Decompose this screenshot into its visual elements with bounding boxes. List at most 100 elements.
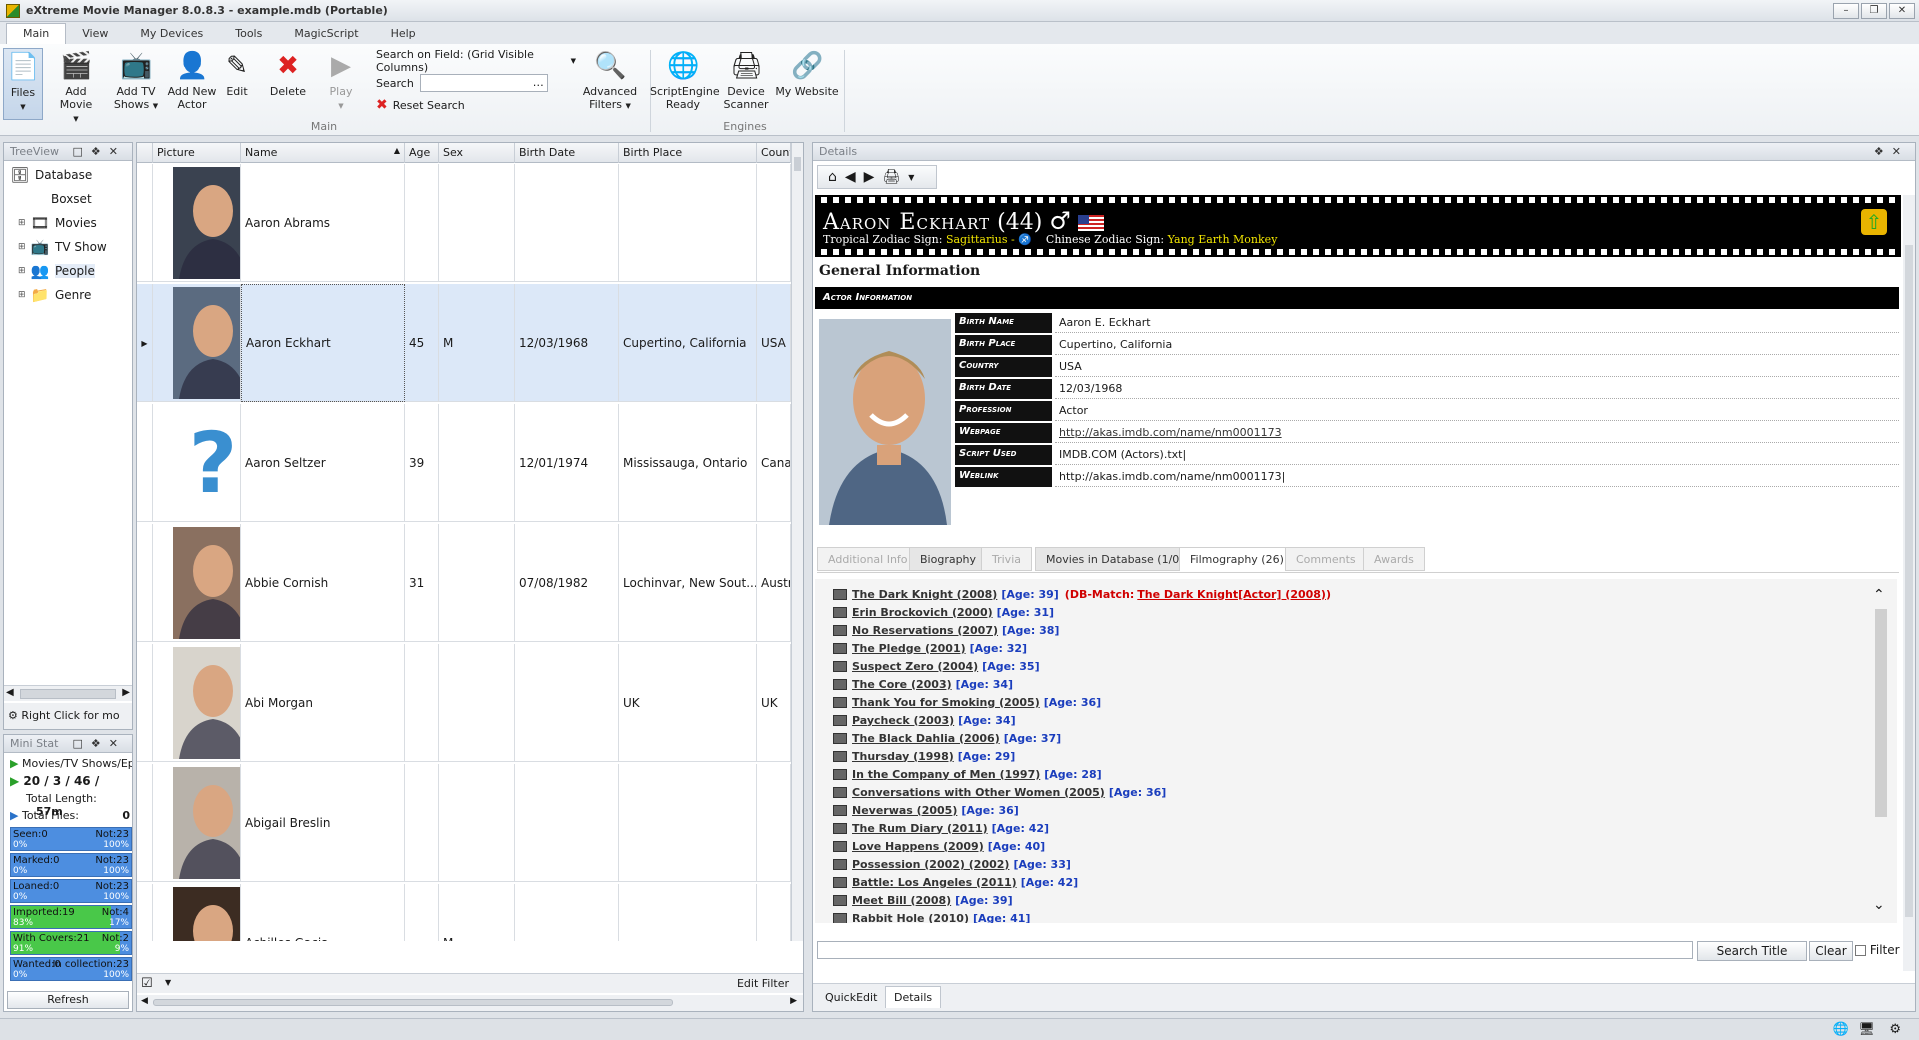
globe-icon[interactable]: 🌐 [1833, 1022, 1849, 1037]
film-title-link[interactable]: The Dark Knight (2008) [852, 588, 997, 601]
film-title-link[interactable]: Battle: Los Angeles (2011) [852, 876, 1017, 889]
birth-date-cell[interactable] [515, 164, 619, 282]
sex-cell[interactable]: M [439, 884, 515, 941]
tree-item-tv-show[interactable]: ⊞ 📺 TV Show [18, 237, 107, 257]
tab-main[interactable]: Main [6, 23, 67, 44]
scroll-right-icon[interactable]: ▶ [790, 996, 797, 1006]
search-title-button[interactable]: Search Title [1697, 941, 1807, 961]
birth-place-cell[interactable] [619, 764, 757, 882]
film-title-link[interactable]: Rabbit Hole (2010) [852, 912, 969, 924]
back-icon[interactable]: ◀ [845, 169, 856, 185]
advanced-filters-button[interactable]: 🔍 Advanced Filters ▼ [580, 48, 640, 120]
scroll-thumb[interactable] [1905, 245, 1913, 917]
film-title-link[interactable]: Paycheck (2003) [852, 714, 954, 727]
film-title-link[interactable]: The Core (2003) [852, 678, 952, 691]
birth-date-cell[interactable] [515, 764, 619, 882]
scroll-thumb[interactable] [153, 999, 673, 1006]
tab-quickedit[interactable]: QuickEdit [817, 988, 885, 1007]
monitor-icon[interactable]: 🖥 [1858, 1022, 1875, 1037]
scroll-left-icon[interactable]: ◀ [6, 687, 14, 698]
tab-help[interactable]: Help [375, 24, 432, 44]
country-cell[interactable] [757, 764, 791, 882]
film-title-link[interactable]: Neverwas (2005) [852, 804, 957, 817]
film-title-link[interactable]: Thank You for Smoking (2005) [852, 696, 1040, 709]
column-birth-date[interactable]: Birth Date [515, 143, 619, 163]
birth-date-cell[interactable]: 07/08/1982 [515, 524, 619, 642]
forward-icon[interactable]: ▶ [864, 169, 875, 185]
expand-icon[interactable]: ⊞ [18, 266, 28, 276]
files-button[interactable]: 📄 Files ▼ [3, 48, 43, 120]
name-cell[interactable]: Achilles Gacis [241, 884, 405, 941]
play-button[interactable]: ▶ Play ▼ [318, 48, 364, 120]
name-cell[interactable]: Abi Morgan [241, 644, 405, 762]
search-input[interactable]: … [419, 74, 548, 92]
table-row[interactable]: ▶ Aaron Eckhart 45 M 12/03/1968 Cupertino, Ca… [137, 284, 791, 402]
birth-date-cell[interactable]: 12/03/1968 [515, 284, 619, 402]
tab-biography[interactable]: Biography [909, 547, 988, 571]
table-row[interactable]: Aaron Abrams [137, 164, 791, 282]
details-vertical-scrollbar[interactable] [1903, 195, 1915, 971]
refresh-button[interactable]: Refresh [7, 991, 129, 1009]
birth-date-cell[interactable]: 12/01/1974 [515, 404, 619, 522]
panel-controls[interactable]: □❖✕ [73, 145, 126, 158]
column-age[interactable]: Age [405, 143, 439, 163]
expand-icon[interactable]: ⊞ [18, 218, 28, 228]
age-cell[interactable] [405, 764, 439, 882]
scroll-thumb[interactable] [1875, 609, 1887, 817]
scroll-thumb[interactable] [794, 157, 801, 171]
info-value[interactable]: http://akas.imdb.com/name/nm0001173 [1055, 423, 1899, 443]
column-sex[interactable]: Sex [439, 143, 515, 163]
name-cell[interactable]: Aaron Eckhart [241, 284, 405, 402]
tab-my-devices[interactable]: My Devices [124, 24, 219, 44]
minimize-button[interactable]: – [1833, 3, 1859, 19]
edit-filter-button[interactable]: Edit Filter [737, 977, 789, 990]
filmography-search-input[interactable] [817, 941, 1693, 959]
tab-view[interactable]: View [66, 24, 124, 44]
tree-horizontal-scrollbar[interactable]: ◀ ▶ [4, 685, 132, 701]
table-row[interactable]: Achilles Gacis M [137, 884, 791, 941]
birth-date-cell[interactable] [515, 884, 619, 941]
delete-button[interactable]: ✖ Delete [265, 48, 311, 120]
table-row[interactable]: Abbie Cornish 31 07/08/1982 Lochinvar, New … [137, 524, 791, 642]
add-tv-shows-button[interactable]: 📺 Add TV Shows ▼ [108, 48, 164, 120]
age-cell[interactable]: 31 [405, 524, 439, 642]
filmography-scrollbar[interactable]: ⌃ ⌄ [1865, 579, 1897, 923]
film-title-link[interactable]: In the Company of Men (1997) [852, 768, 1040, 781]
table-row[interactable]: Abi Morgan UK UK [137, 644, 791, 762]
sex-cell[interactable] [439, 164, 515, 282]
film-title-link[interactable]: Conversations with Other Women (2005) [852, 786, 1105, 799]
tree-item-database[interactable]: 🗄 Database [10, 165, 92, 185]
name-cell[interactable]: Abigail Breslin [241, 764, 405, 882]
scroll-right-icon[interactable]: ▶ [122, 687, 130, 698]
clear-button[interactable]: Clear [1809, 941, 1853, 961]
restore-button[interactable]: ❐ [1861, 3, 1887, 19]
birth-date-cell[interactable] [515, 644, 619, 762]
home-icon[interactable]: ⌂ [828, 169, 837, 185]
country-cell[interactable]: Cana [757, 404, 791, 522]
reset-search-button[interactable]: ✖ Reset Search [376, 94, 576, 116]
film-title-link[interactable]: Erin Brockovich (2000) [852, 606, 993, 619]
film-title-link[interactable]: Love Happens (2009) [852, 840, 984, 853]
tab-awards[interactable]: Awards [1363, 547, 1425, 571]
tree-item-people[interactable]: ⊞ 👥 People [18, 261, 95, 281]
birth-place-cell[interactable] [619, 164, 757, 282]
country-cell[interactable]: USA [757, 284, 791, 402]
birth-place-cell[interactable] [619, 884, 757, 941]
filter-checkbox[interactable]: Filter [1855, 941, 1901, 961]
tree-item-boxset[interactable]: Boxset [32, 189, 92, 209]
close-window-button[interactable]: ✕ [1889, 3, 1915, 19]
sex-cell[interactable] [439, 644, 515, 762]
film-title-link[interactable]: The Pledge (2001) [852, 642, 966, 655]
table-row[interactable]: ? Aaron Seltzer 39 12/01/1974 Mississauga, O… [137, 404, 791, 522]
grid-vertical-scrollbar[interactable] [791, 143, 803, 941]
name-cell[interactable]: Aaron Abrams [241, 164, 405, 282]
tab-filmography[interactable]: Filmography (26) [1179, 547, 1295, 571]
scriptengine-button[interactable]: 🌐 ScriptEngine Ready [650, 48, 720, 120]
tab-magicscript[interactable]: MagicScript [278, 24, 374, 44]
search-on-field-dropdown[interactable]: Search on Field: (Grid Visible Columns) … [376, 48, 576, 74]
panel-controls[interactable]: □❖✕ [73, 737, 126, 750]
tab-additional-info[interactable]: Additional Info [817, 547, 919, 571]
tab-comments[interactable]: Comments [1285, 547, 1367, 571]
country-cell[interactable] [757, 164, 791, 282]
add-movie-button[interactable]: 🎬 Add Movie ▼ [48, 48, 104, 123]
